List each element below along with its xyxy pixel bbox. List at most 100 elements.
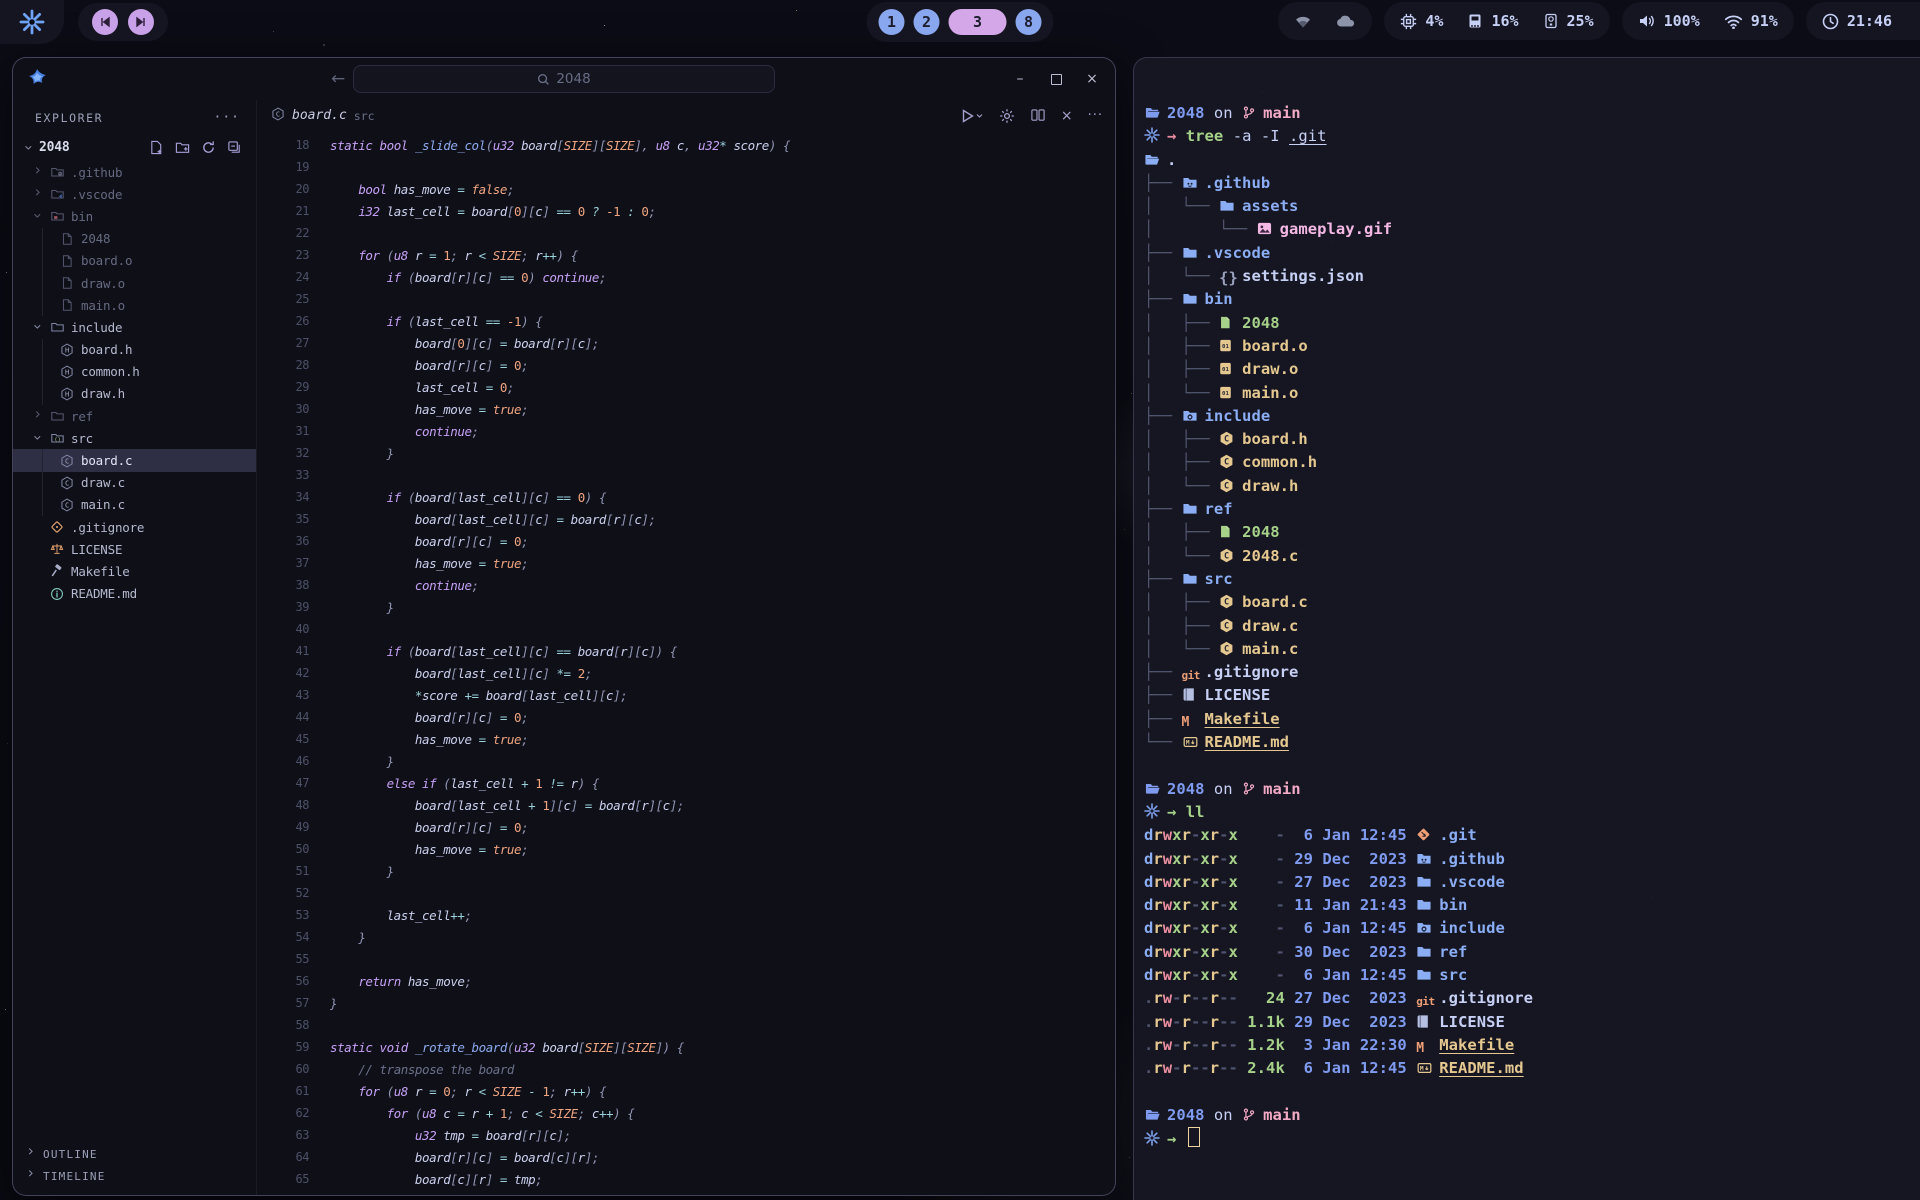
file-tree-item--gitignore[interactable]: .gitignore [13, 516, 256, 538]
run-icon[interactable] [959, 108, 984, 124]
tree-entry-name: main.c [1242, 640, 1298, 658]
line-number: 54 [257, 930, 330, 952]
workspace-3-active[interactable]: 3 [949, 9, 1007, 35]
file-tree-item-main-c[interactable]: Cmain.c [13, 494, 256, 516]
skip-forward-button[interactable] [128, 9, 154, 35]
file-tree-item-board-h[interactable]: Hboard.h [13, 339, 256, 361]
prompt-directory: 2048 [1167, 780, 1205, 798]
modified-date: 3 Jan 22:30 [1294, 1036, 1407, 1054]
prompt-command-line[interactable]: → tree -a -I .git [1144, 125, 1920, 148]
file-tree-item--vscode[interactable]: .vscode [13, 183, 256, 205]
explorer-more-button[interactable]: ··· [214, 110, 240, 125]
chevron-right-icon [27, 1148, 36, 1161]
md-badge-icon: M [1416, 1059, 1433, 1082]
close-icon[interactable]: × [1061, 108, 1073, 124]
panel-outline[interactable]: OUTLINE [13, 1143, 256, 1165]
new-folder-button[interactable] [175, 140, 190, 155]
modified-date: 11 Jan 21:43 [1294, 896, 1407, 914]
prompt-command-line[interactable]: → ll [1144, 801, 1920, 824]
settings-gear-icon[interactable] [999, 108, 1015, 124]
chevron-down-icon [34, 434, 44, 443]
file-tree-item-common-h[interactable]: Hcommon.h [13, 361, 256, 383]
more-icon[interactable]: ··· [1088, 108, 1103, 123]
c-hex-icon: C [1219, 453, 1236, 476]
file-tree-item-src[interactable]: ()src [13, 427, 256, 449]
file-tree-item--github[interactable]: .github [13, 161, 256, 183]
command-text: ll [1186, 803, 1205, 821]
file-tree-item-board-o[interactable]: board.o [13, 250, 256, 272]
line-number: 27 [257, 336, 330, 358]
folder-gear-icon [1416, 919, 1433, 942]
file-tree-item-include[interactable]: include [13, 316, 256, 338]
tree-output-line: ├── MMakefile [1144, 708, 1920, 731]
code-line-43: 43 *score += board[last_cell][c]; [257, 688, 1115, 710]
file-tree-item-ref[interactable]: ref [13, 405, 256, 427]
folder-icon [1416, 873, 1433, 896]
collapse-all-button[interactable] [227, 140, 242, 155]
ls-output-row: drwxr-xr-x - 30 Dec 2023 ref [1144, 941, 1920, 964]
file-tree-item-board-c[interactable]: Cboard.c [13, 449, 256, 471]
workspace-2[interactable]: 2 [914, 9, 940, 35]
file-tree-item-draw-o[interactable]: draw.o [13, 272, 256, 294]
editor-title-bar[interactable]: ← → 2048 – × [13, 58, 1115, 100]
minimize-button[interactable]: – [1013, 72, 1027, 86]
modified-date: 30 Dec 2023 [1294, 943, 1407, 961]
refresh-button[interactable] [201, 140, 216, 155]
prompt-command-line[interactable]: → [1144, 1127, 1920, 1150]
close-button[interactable]: × [1085, 72, 1099, 86]
gh-folder-icon [1182, 174, 1199, 197]
workspace-1[interactable]: 1 [879, 9, 905, 35]
svg-text:01: 01 [1222, 344, 1229, 350]
search-box[interactable]: 2048 [353, 65, 775, 93]
file-tree-item-draw-h[interactable]: Hdraw.h [13, 383, 256, 405]
launcher-button[interactable] [0, 0, 64, 44]
tree-entry-name: .gitignore [1205, 663, 1299, 681]
file-tree-item-draw-c[interactable]: Cdraw.c [13, 472, 256, 494]
system-stats-module[interactable]: 4% 16% 25% [1384, 2, 1609, 40]
maximize-button[interactable] [1049, 72, 1063, 86]
tree-output-line: └── MREADME.md [1144, 731, 1920, 754]
line-number: 52 [257, 886, 330, 908]
new-file-button[interactable] [149, 140, 164, 155]
code-line-35: 35 board[last_cell][c] = board[r][c]; [257, 512, 1115, 534]
file-tree-item-readme-md[interactable]: README.md [13, 583, 256, 605]
line-number: 61 [257, 1084, 330, 1106]
tree-output-line: ├── .vscode [1144, 242, 1920, 265]
search-icon [537, 73, 550, 86]
terminal-window[interactable]: 2048 on main→ tree -a -I .git.├── .githu… [1133, 57, 1920, 1200]
line-number: 44 [257, 710, 330, 732]
star [1124, 529, 1125, 530]
code-editor-area[interactable]: 18static bool _slide_col(u32 board[SIZE]… [257, 131, 1115, 1195]
star [323, 44, 325, 46]
nav-back-button[interactable]: ← [331, 69, 345, 89]
ls-output-row: .rw-r--r-- 2.4k 6 Jan 12:45 MREADME.md [1144, 1057, 1920, 1080]
file-tree-item-bin[interactable]: bin [13, 205, 256, 227]
file-tree-item-main-o[interactable]: main.o [13, 294, 256, 316]
code-line-20: 20 bool has_move = false; [257, 182, 1115, 204]
code-line-56: 56 return has_move; [257, 974, 1115, 996]
git-branch-icon [1242, 780, 1257, 803]
indent-guide [42, 339, 43, 361]
file-tree-item-license[interactable]: LICENSE [13, 538, 256, 560]
clock-module[interactable]: 21:46 [1806, 2, 1920, 40]
tree-entry-name: Makefile [1205, 710, 1280, 728]
git-branch-icon [1242, 1106, 1257, 1129]
workspace-8[interactable]: 8 [1016, 9, 1042, 35]
tab-board-c[interactable]: C board.c src [271, 106, 375, 125]
code-line-32: 32 } [257, 446, 1115, 468]
terminal-cursor[interactable] [1188, 1127, 1200, 1147]
disk-value: 25% [1567, 12, 1594, 30]
split-editor-icon[interactable] [1030, 108, 1046, 123]
network-status-module[interactable] [1278, 2, 1372, 40]
skip-back-button[interactable] [92, 9, 118, 35]
audio-network-module[interactable]: 100% 91% [1622, 2, 1794, 40]
entry-name: LICENSE [1439, 1013, 1505, 1031]
file-label: LICENSE [71, 542, 122, 557]
modified-date: 6 Jan 12:45 [1294, 1059, 1407, 1077]
file-tree-item-2048[interactable]: 2048 [13, 228, 256, 250]
project-root-row[interactable]: 2048 [13, 135, 256, 159]
code-line-19: 19 [257, 160, 1115, 182]
file-tree-item-makefile[interactable]: Makefile [13, 560, 256, 582]
panel-timeline[interactable]: TIMELINE [13, 1165, 256, 1187]
nix-snowflake-icon [1144, 803, 1161, 826]
